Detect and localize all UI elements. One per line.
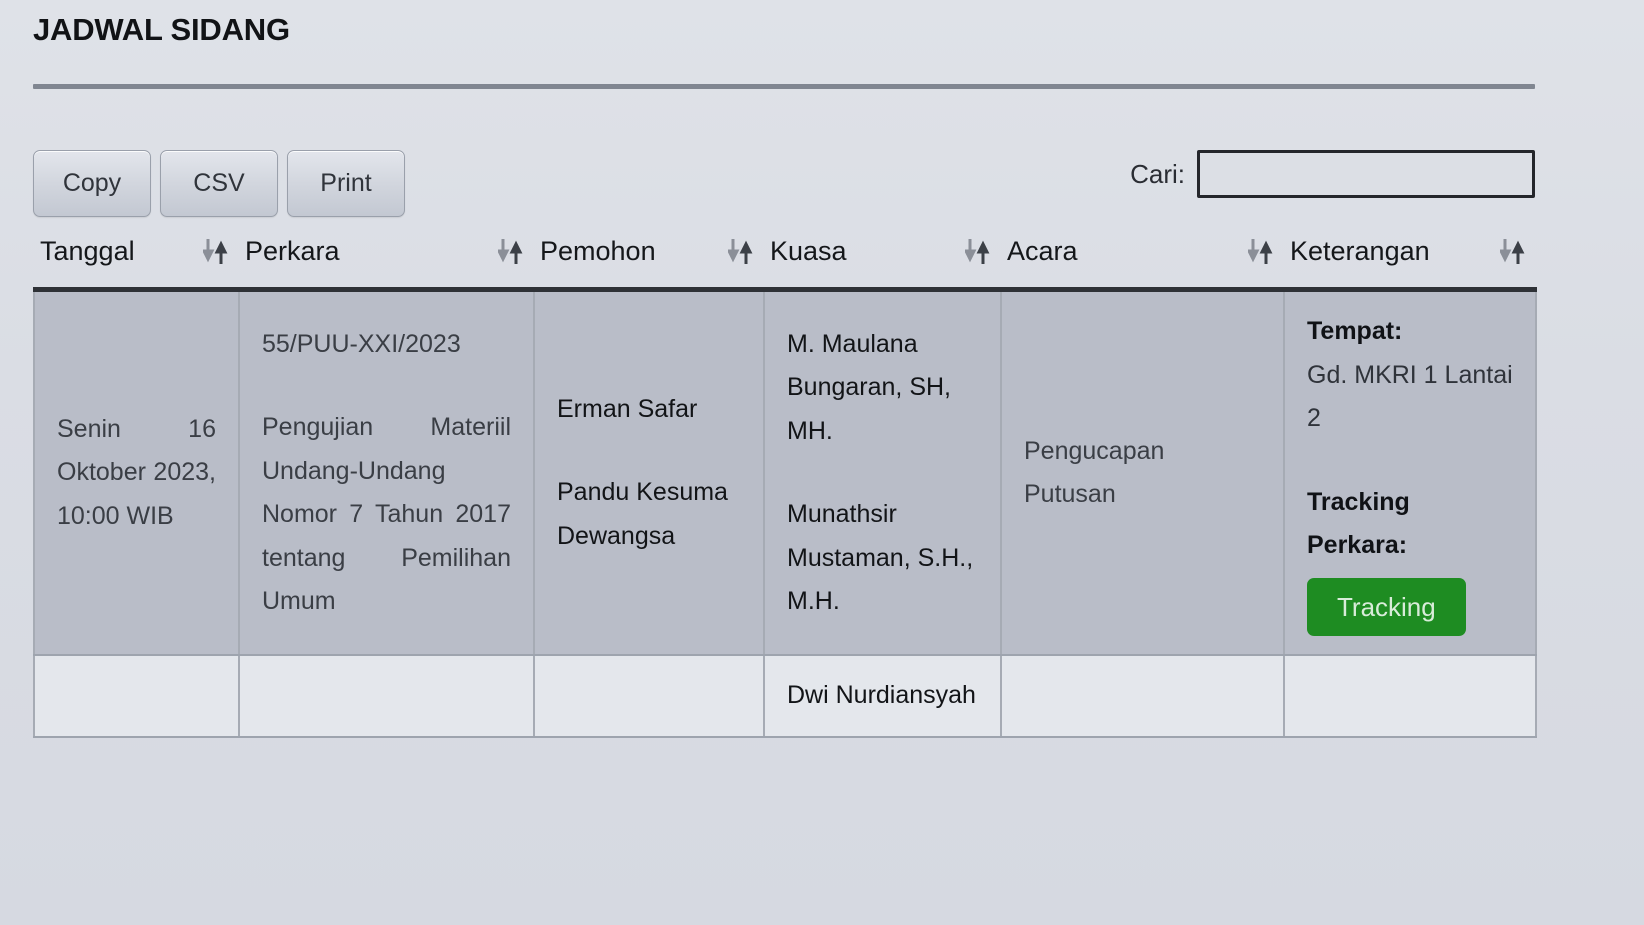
- search-area: Cari:: [1130, 150, 1535, 198]
- table-body: Senin 16 Oktober 2023, 10:00 WIB 55/PUU-…: [33, 289, 1537, 738]
- sort-updown-icon[interactable]: [965, 237, 991, 267]
- column-header-acara[interactable]: Acara: [1001, 236, 1284, 292]
- kuasa-name: Dwi Nurdiansyah: [787, 681, 976, 710]
- print-button[interactable]: Print: [287, 150, 405, 217]
- sort-updown-icon[interactable]: [498, 237, 524, 267]
- sort-updown-icon[interactable]: [1500, 237, 1526, 267]
- perkara-nomor: 55/PUU-XXI/2023: [262, 329, 461, 358]
- cell-acara: Pengucapan Putusan: [1001, 289, 1285, 657]
- sort-updown-icon[interactable]: [728, 237, 754, 267]
- cell-acara: [1001, 655, 1285, 738]
- kuasa-name: Munathsir Mustaman, S.H., M.H.: [787, 500, 974, 616]
- column-header-kuasa[interactable]: Kuasa: [764, 236, 1001, 292]
- search-input[interactable]: [1197, 150, 1535, 198]
- table-header: Tanggal Perkara Pemohon Kuasa Acara Kete…: [34, 236, 1536, 292]
- cell-perkara: [239, 655, 535, 738]
- page-title: JADWAL SIDANG: [33, 12, 290, 47]
- tracking-label: Tracking Perkara:: [1307, 487, 1410, 560]
- tempat-value: Gd. MKRI 1 Lantai 2: [1307, 360, 1513, 433]
- column-header-keterangan[interactable]: Keterangan: [1284, 236, 1536, 292]
- cell-tanggal: [33, 655, 240, 738]
- table-row[interactable]: Senin 16 Oktober 2023, 10:00 WIB 55/PUU-…: [33, 289, 1537, 657]
- table-row[interactable]: Dwi Nurdiansyah: [33, 655, 1537, 738]
- title-divider: [33, 84, 1535, 89]
- perkara-judul: Pengujian Materiil Undang-Undang Nomor 7…: [262, 413, 511, 616]
- column-header-pemohon[interactable]: Pemohon: [534, 236, 764, 292]
- tempat-label: Tempat:: [1307, 317, 1403, 345]
- kuasa-name: M. Maulana Bungaran, SH, MH.: [787, 329, 951, 445]
- export-toolbar: Copy CSV Print: [33, 150, 405, 217]
- csv-button[interactable]: CSV: [160, 150, 278, 217]
- column-label-acara: Acara: [1007, 236, 1078, 266]
- tracking-button[interactable]: Tracking: [1307, 577, 1466, 637]
- column-label-kuasa: Kuasa: [770, 236, 847, 266]
- tanggal-text: Senin 16 Oktober 2023, 10:00 WIB: [57, 414, 216, 530]
- cell-kuasa: M. Maulana Bungaran, SH, MH. Munathsir M…: [764, 289, 1002, 657]
- cell-kuasa: Dwi Nurdiansyah: [764, 655, 1002, 738]
- cell-perkara: 55/PUU-XXI/2023 Pengujian Materiil Undan…: [239, 289, 535, 657]
- copy-button[interactable]: Copy: [33, 150, 151, 217]
- jadwal-sidang-page: JADWAL SIDANG Copy CSV Print Cari: Tangg…: [0, 0, 1644, 925]
- schedule-table: Tanggal Perkara Pemohon Kuasa Acara Kete…: [33, 236, 1537, 738]
- cell-keterangan: Tempat: Gd. MKRI 1 Lantai 2 Tracking Per…: [1284, 289, 1537, 657]
- sort-updown-icon[interactable]: [203, 237, 229, 267]
- sort-updown-icon[interactable]: [1248, 237, 1274, 267]
- header-row: Tanggal Perkara Pemohon Kuasa Acara Kete…: [34, 236, 1536, 292]
- cell-tanggal: Senin 16 Oktober 2023, 10:00 WIB: [33, 289, 240, 657]
- acara-text: Pengucapan Putusan: [1024, 436, 1165, 509]
- column-header-perkara[interactable]: Perkara: [239, 236, 534, 292]
- column-label-keterangan: Keterangan: [1290, 236, 1430, 266]
- column-label-pemohon: Pemohon: [540, 236, 656, 266]
- schedule-table-wrapper: Tanggal Perkara Pemohon Kuasa Acara Kete…: [33, 236, 1537, 738]
- column-header-tanggal[interactable]: Tanggal: [34, 236, 239, 292]
- cell-pemohon: [534, 655, 765, 738]
- column-label-tanggal: Tanggal: [40, 236, 135, 266]
- pemohon-name: Erman Safar: [557, 394, 698, 423]
- search-label: Cari:: [1130, 158, 1185, 189]
- column-label-perkara: Perkara: [245, 236, 340, 266]
- cell-keterangan: [1284, 655, 1537, 738]
- cell-pemohon: Erman Safar Pandu Kesuma Dewangsa: [534, 289, 765, 657]
- pemohon-name: Pandu Kesuma Dewangsa: [557, 478, 728, 550]
